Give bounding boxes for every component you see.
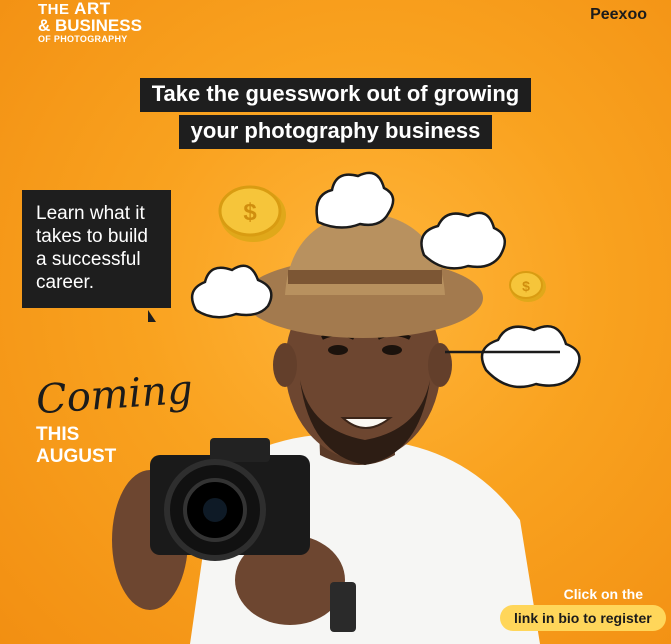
register-link[interactable]: link in bio to register: [500, 605, 666, 631]
learn-box-tail: [148, 310, 156, 322]
brand-line-2: & BUSINESS: [38, 16, 142, 35]
brand-logo: THE ART & BUSINESS OF PHOTOGRAPHY: [38, 0, 142, 44]
launch-august: AUGUST: [36, 446, 117, 467]
cta-text: Click on the: [563, 586, 643, 602]
brand-line-1: THE ART: [38, 0, 142, 17]
headline-line-1: Take the guesswork out of growing: [139, 78, 532, 112]
learn-box: Learn what it takes to build a successfu…: [22, 190, 171, 308]
headline-line-2: your photography business: [178, 115, 493, 149]
cloud-icon: [315, 171, 395, 229]
hat-band: [288, 270, 442, 284]
headline: Take the guesswork out of growing your p…: [0, 78, 671, 152]
peexoo-logo[interactable]: Peexoo: [590, 6, 647, 24]
left-ear: [273, 343, 297, 387]
cloud-icon: [480, 325, 581, 389]
svg-text:$: $: [243, 199, 257, 226]
watch: [330, 582, 356, 632]
launch-this: THIS: [36, 424, 80, 445]
brand-line-3: OF PHOTOGRAPHY: [38, 34, 128, 44]
right-ear: [428, 343, 452, 387]
poster: $ $ THE ART & BUSINESS OF PHOTOGRAPHY Pe…: [0, 0, 671, 644]
coin-icon: $: [509, 271, 546, 302]
right-eye: [382, 345, 402, 355]
left-eye: [328, 345, 348, 355]
cloud-icon: [190, 264, 273, 319]
svg-text:$: $: [522, 278, 530, 294]
cloud-icon: [420, 211, 507, 270]
coin-icon: $: [218, 185, 286, 242]
launch-date: THIS AUGUST: [36, 424, 116, 468]
camera-icon: [150, 438, 310, 561]
